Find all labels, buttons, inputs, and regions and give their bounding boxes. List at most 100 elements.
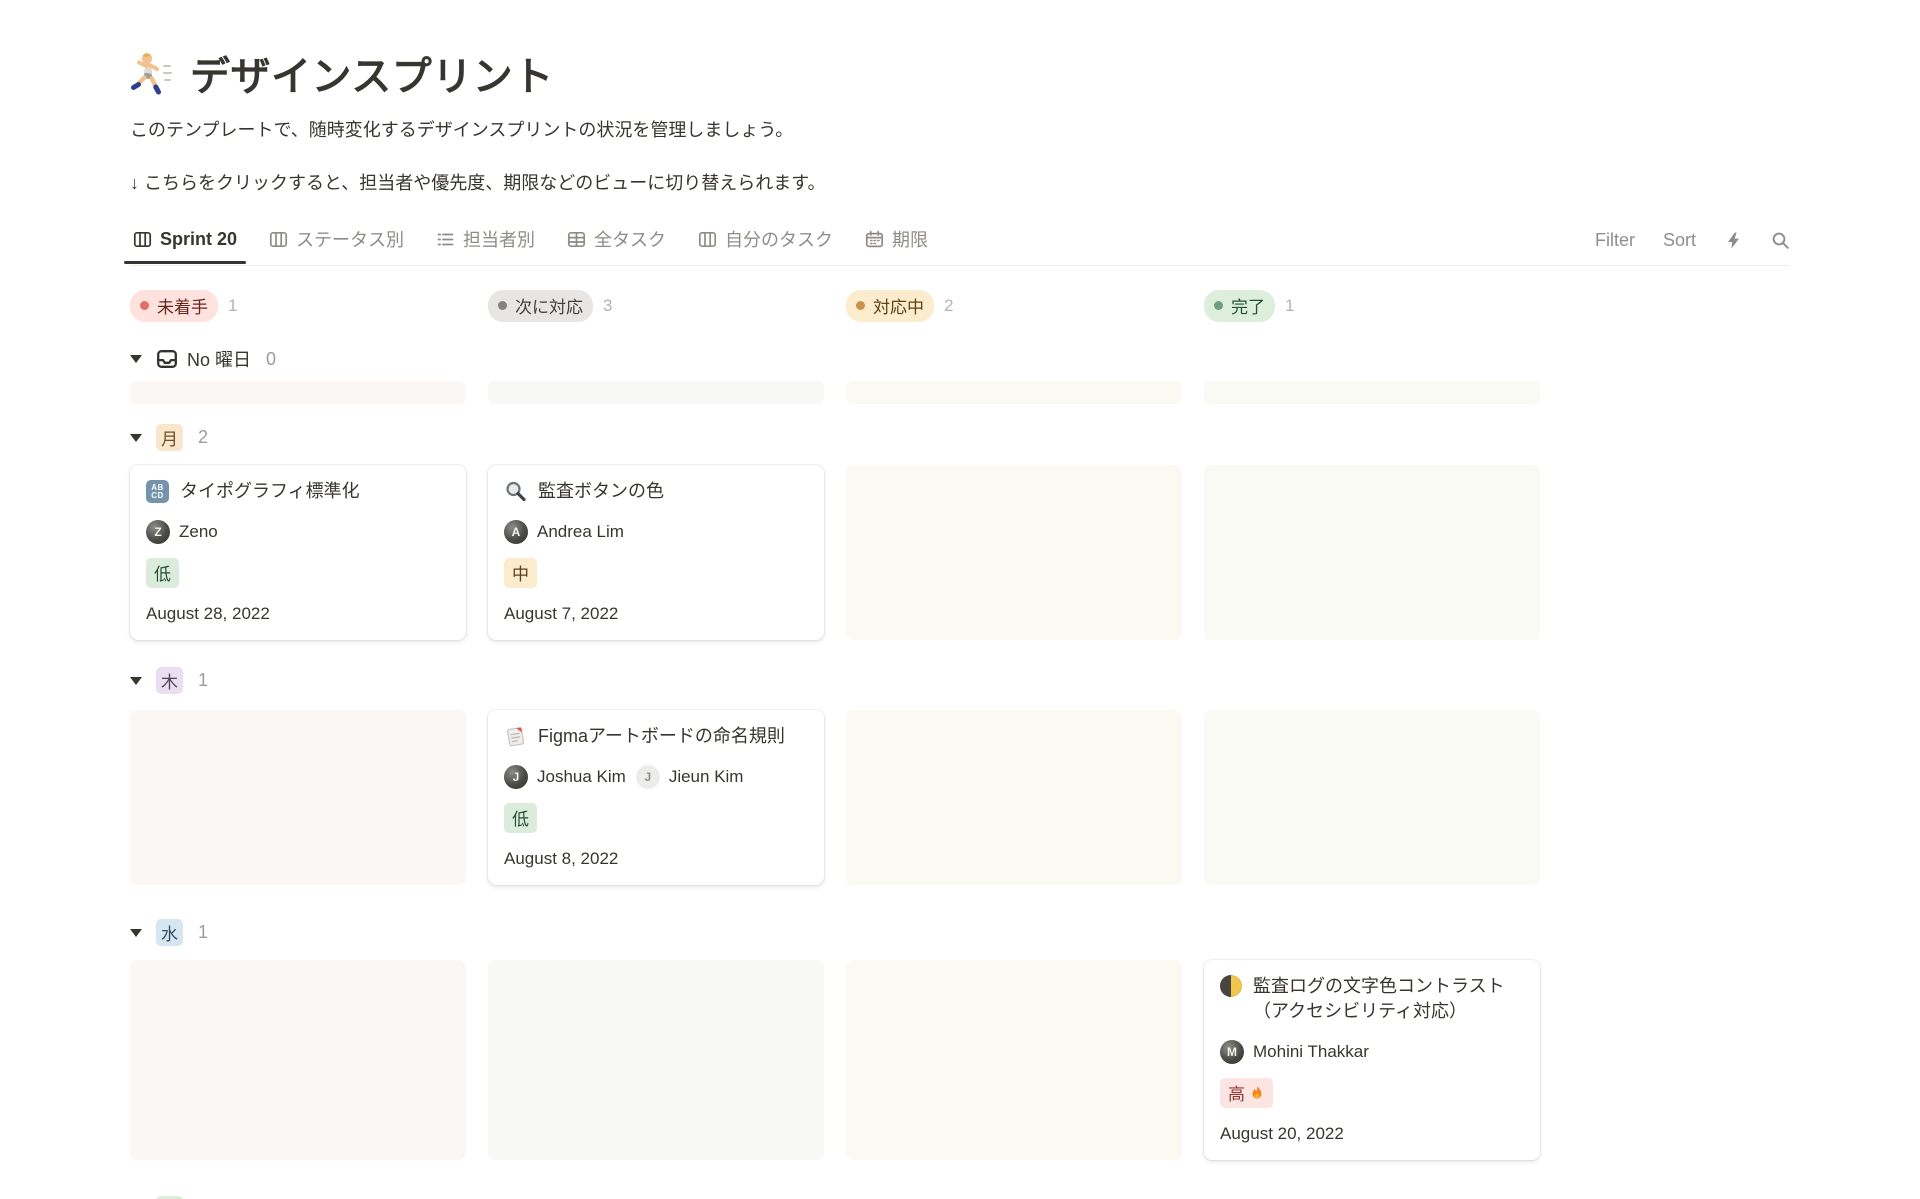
avatar: J: [504, 765, 528, 789]
avatar: J: [636, 765, 660, 789]
calendar-icon: [865, 230, 884, 249]
avatar: A: [504, 520, 528, 544]
board-icon: [698, 230, 717, 249]
column-count: 2: [944, 296, 953, 316]
column-header-in-progress: 対応中 2: [846, 292, 1182, 320]
card-title: Figmaアートボードの命名規則: [538, 724, 785, 749]
status-label: 未着手: [157, 293, 208, 318]
page-subtitle: このテンプレートで、随時変化するデザインスプリントの状況を管理しましょう。: [130, 118, 1790, 143]
day-pill: 月: [156, 424, 183, 451]
sort-button[interactable]: Sort: [1663, 230, 1696, 251]
status-header-row: 未着手 1 次に対応 3 対応中 2: [130, 292, 1790, 320]
card-title: 監査ログの文字色コントラスト（アクセシビリティ対応）: [1253, 974, 1524, 1024]
group-header-no-day: No 曜日 0: [130, 346, 1790, 372]
tab-label: Sprint 20: [160, 229, 237, 250]
task-card-typography[interactable]: AB CD タイポグラフィ標準化 Z Zeno 低 August 28, 202…: [130, 465, 466, 640]
toggle-triangle-icon[interactable]: [130, 355, 142, 363]
status-pill[interactable]: 次に対応: [488, 290, 593, 322]
toggle-triangle-icon[interactable]: [130, 434, 142, 442]
priority-label: 低: [512, 805, 529, 830]
empty-column-area: [488, 960, 824, 1160]
tab-label: 自分のタスク: [725, 226, 833, 252]
table-icon: [567, 230, 586, 249]
priority-row: 低: [146, 558, 450, 588]
task-card-audit-log[interactable]: 監査ログの文字色コントラスト（アクセシビリティ対応） M Mohini Thak…: [1204, 960, 1540, 1160]
priority-row: 中: [504, 558, 808, 588]
due-date: August 20, 2022: [1220, 1124, 1524, 1144]
empty-column-area: [1204, 465, 1540, 640]
toggle-triangle-icon[interactable]: [130, 929, 142, 937]
toggle-triangle-icon[interactable]: [130, 677, 142, 685]
assignee-name: Joshua Kim: [537, 767, 626, 787]
assignee: J Jieun Kim: [636, 765, 744, 789]
group-label: No 曜日: [187, 346, 251, 372]
assignee-row: M Mohini Thakkar: [1220, 1040, 1524, 1064]
due-date: August 28, 2022: [146, 604, 450, 624]
group-header-thursday: 木 1: [130, 667, 1790, 694]
page-title: デザインスプリント: [130, 44, 1790, 102]
lightning-icon[interactable]: [1724, 231, 1743, 250]
status-pill[interactable]: 完了: [1204, 290, 1275, 322]
column-header-done: 完了 1: [1204, 292, 1540, 320]
priority-badge: 中: [504, 558, 537, 588]
day-pill: 木: [156, 667, 183, 694]
assignee-name: Jieun Kim: [669, 767, 744, 787]
assignee-name: Mohini Thakkar: [1253, 1042, 1369, 1062]
priority-label: 低: [154, 560, 171, 585]
group-count: 2: [198, 427, 208, 448]
group-count: 1: [198, 670, 208, 691]
priority-badge: 低: [146, 558, 179, 588]
avatar: Z: [146, 520, 170, 544]
assignee: J Joshua Kim: [504, 765, 626, 789]
group-header-monday: 月 2: [130, 424, 1790, 451]
filter-button[interactable]: Filter: [1595, 230, 1635, 251]
board-toolbar: Filter Sort: [1595, 230, 1790, 251]
status-dot-icon: [498, 301, 507, 310]
due-date: August 8, 2022: [504, 849, 808, 869]
assignee-name: Zeno: [179, 522, 218, 542]
status-dot-icon: [856, 301, 865, 310]
task-card-figma-naming[interactable]: Figmaアートボードの命名規則 J Joshua Kim J Jieun Ki…: [488, 710, 824, 885]
avatar: M: [1220, 1040, 1244, 1064]
abcd-input-icon: AB CD: [146, 480, 169, 503]
priority-row: 低: [504, 803, 808, 833]
search-icon[interactable]: [1771, 231, 1790, 250]
tab-my-tasks[interactable]: 自分のタスク: [695, 216, 836, 265]
priority-row: 高: [1220, 1078, 1524, 1108]
view-tabbar: Sprint 20 ステータス別 担当者別 全タスク 自分のタスク 期限: [130, 216, 1790, 266]
view-tabs: Sprint 20 ステータス別 担当者別 全タスク 自分のタスク 期限: [130, 216, 957, 265]
group-row-monday: AB CD タイポグラフィ標準化 Z Zeno 低 August 28, 202…: [130, 465, 1790, 640]
group-row-wednesday: 監査ログの文字色コントラスト（アクセシビリティ対応） M Mohini Thak…: [130, 960, 1790, 1160]
page-header: デザインスプリント このテンプレートで、随時変化するデザインスプリントの状況を管…: [130, 0, 1790, 196]
column-count: 3: [603, 296, 612, 316]
status-label: 完了: [1231, 293, 1265, 318]
priority-label: 中: [512, 560, 529, 585]
empty-column-area: [130, 710, 466, 885]
tab-label: ステータス別: [296, 226, 404, 252]
board-icon: [269, 230, 288, 249]
assignee: A Andrea Lim: [504, 520, 624, 544]
board-icon: [133, 230, 152, 249]
tab-sprint-20[interactable]: Sprint 20: [130, 219, 240, 263]
tab-by-assignee[interactable]: 担当者別: [433, 216, 538, 265]
group-count: 0: [266, 349, 276, 370]
status-dot-icon: [140, 301, 149, 310]
column-header-up-next: 次に対応 3: [488, 292, 824, 320]
due-date: August 7, 2022: [504, 604, 808, 624]
fire-icon: [1249, 1085, 1265, 1101]
assignee: M Mohini Thakkar: [1220, 1040, 1369, 1064]
empty-column-area: [846, 465, 1182, 640]
abcd-icon-bottom: CD: [151, 492, 164, 500]
tab-all-tasks[interactable]: 全タスク: [564, 216, 669, 265]
empty-column-area: [130, 960, 466, 1160]
status-pill[interactable]: 対応中: [846, 290, 934, 322]
tab-by-status[interactable]: ステータス別: [266, 216, 407, 265]
assignee: Z Zeno: [146, 520, 218, 544]
tab-label: 担当者別: [463, 226, 535, 252]
card-title: タイポグラフィ標準化: [180, 479, 360, 504]
task-card-audit-button[interactable]: 監査ボタンの色 A Andrea Lim 中 August 7, 2022: [488, 465, 824, 640]
assignee-row: J Joshua Kim J Jieun Kim: [504, 765, 808, 789]
half-moon-icon: [1220, 975, 1242, 997]
tab-due-date[interactable]: 期限: [862, 216, 931, 265]
status-pill[interactable]: 未着手: [130, 290, 218, 322]
